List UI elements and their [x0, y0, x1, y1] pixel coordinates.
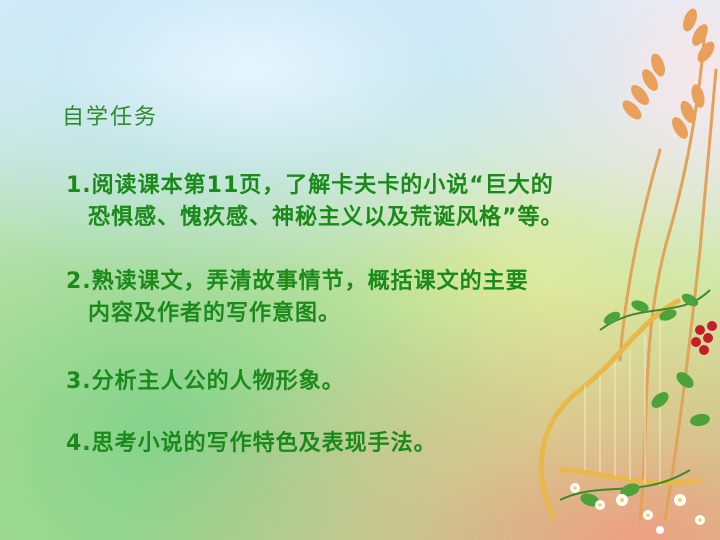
- harp-strings: [584, 322, 661, 486]
- wheat-grains: [622, 8, 715, 139]
- task-item-1-line-2: 恐惧感、愧疚感、神秘主义以及荒诞风格”等。: [88, 205, 564, 230]
- task-item-3-line-1: 3.分析主人公的人物形象。: [66, 369, 345, 394]
- harp: [538, 297, 701, 522]
- task-item-1: 1.阅读课本第11页，了解卡夫卡的小说“巨大的 恐惧感、愧疚感、神秘主义以及荒诞…: [66, 170, 563, 234]
- task-item-1-line-1: 1.阅读课本第11页，了解卡夫卡的小说“巨大的: [66, 173, 554, 198]
- flowers: [570, 483, 705, 534]
- task-item-4: 4.思考小说的写作特色及表现手法。: [66, 428, 437, 460]
- task-item-2-line-1: 2.熟读课文，弄清故事情节，概括课文的主要: [66, 269, 529, 294]
- task-item-3: 3.分析主人公的人物形象。: [66, 366, 345, 398]
- berries: [691, 321, 717, 355]
- leaves: [580, 293, 710, 507]
- slide: 自学任务 1.阅读课本第11页，了解卡夫卡的小说“巨大的 恐惧感、愧疚感、神秘主…: [0, 0, 720, 540]
- task-item-2-line-2: 内容及作者的写作意图。: [88, 301, 342, 326]
- vines: [559, 289, 711, 501]
- page-title: 自学任务: [62, 105, 159, 130]
- task-item-2: 2.熟读课文，弄清故事情节，概括课文的主要 内容及作者的写作意图。: [66, 266, 529, 330]
- task-item-4-line-1: 4.思考小说的写作特色及表现手法。: [66, 431, 437, 456]
- wheat-stalks: [618, 28, 718, 522]
